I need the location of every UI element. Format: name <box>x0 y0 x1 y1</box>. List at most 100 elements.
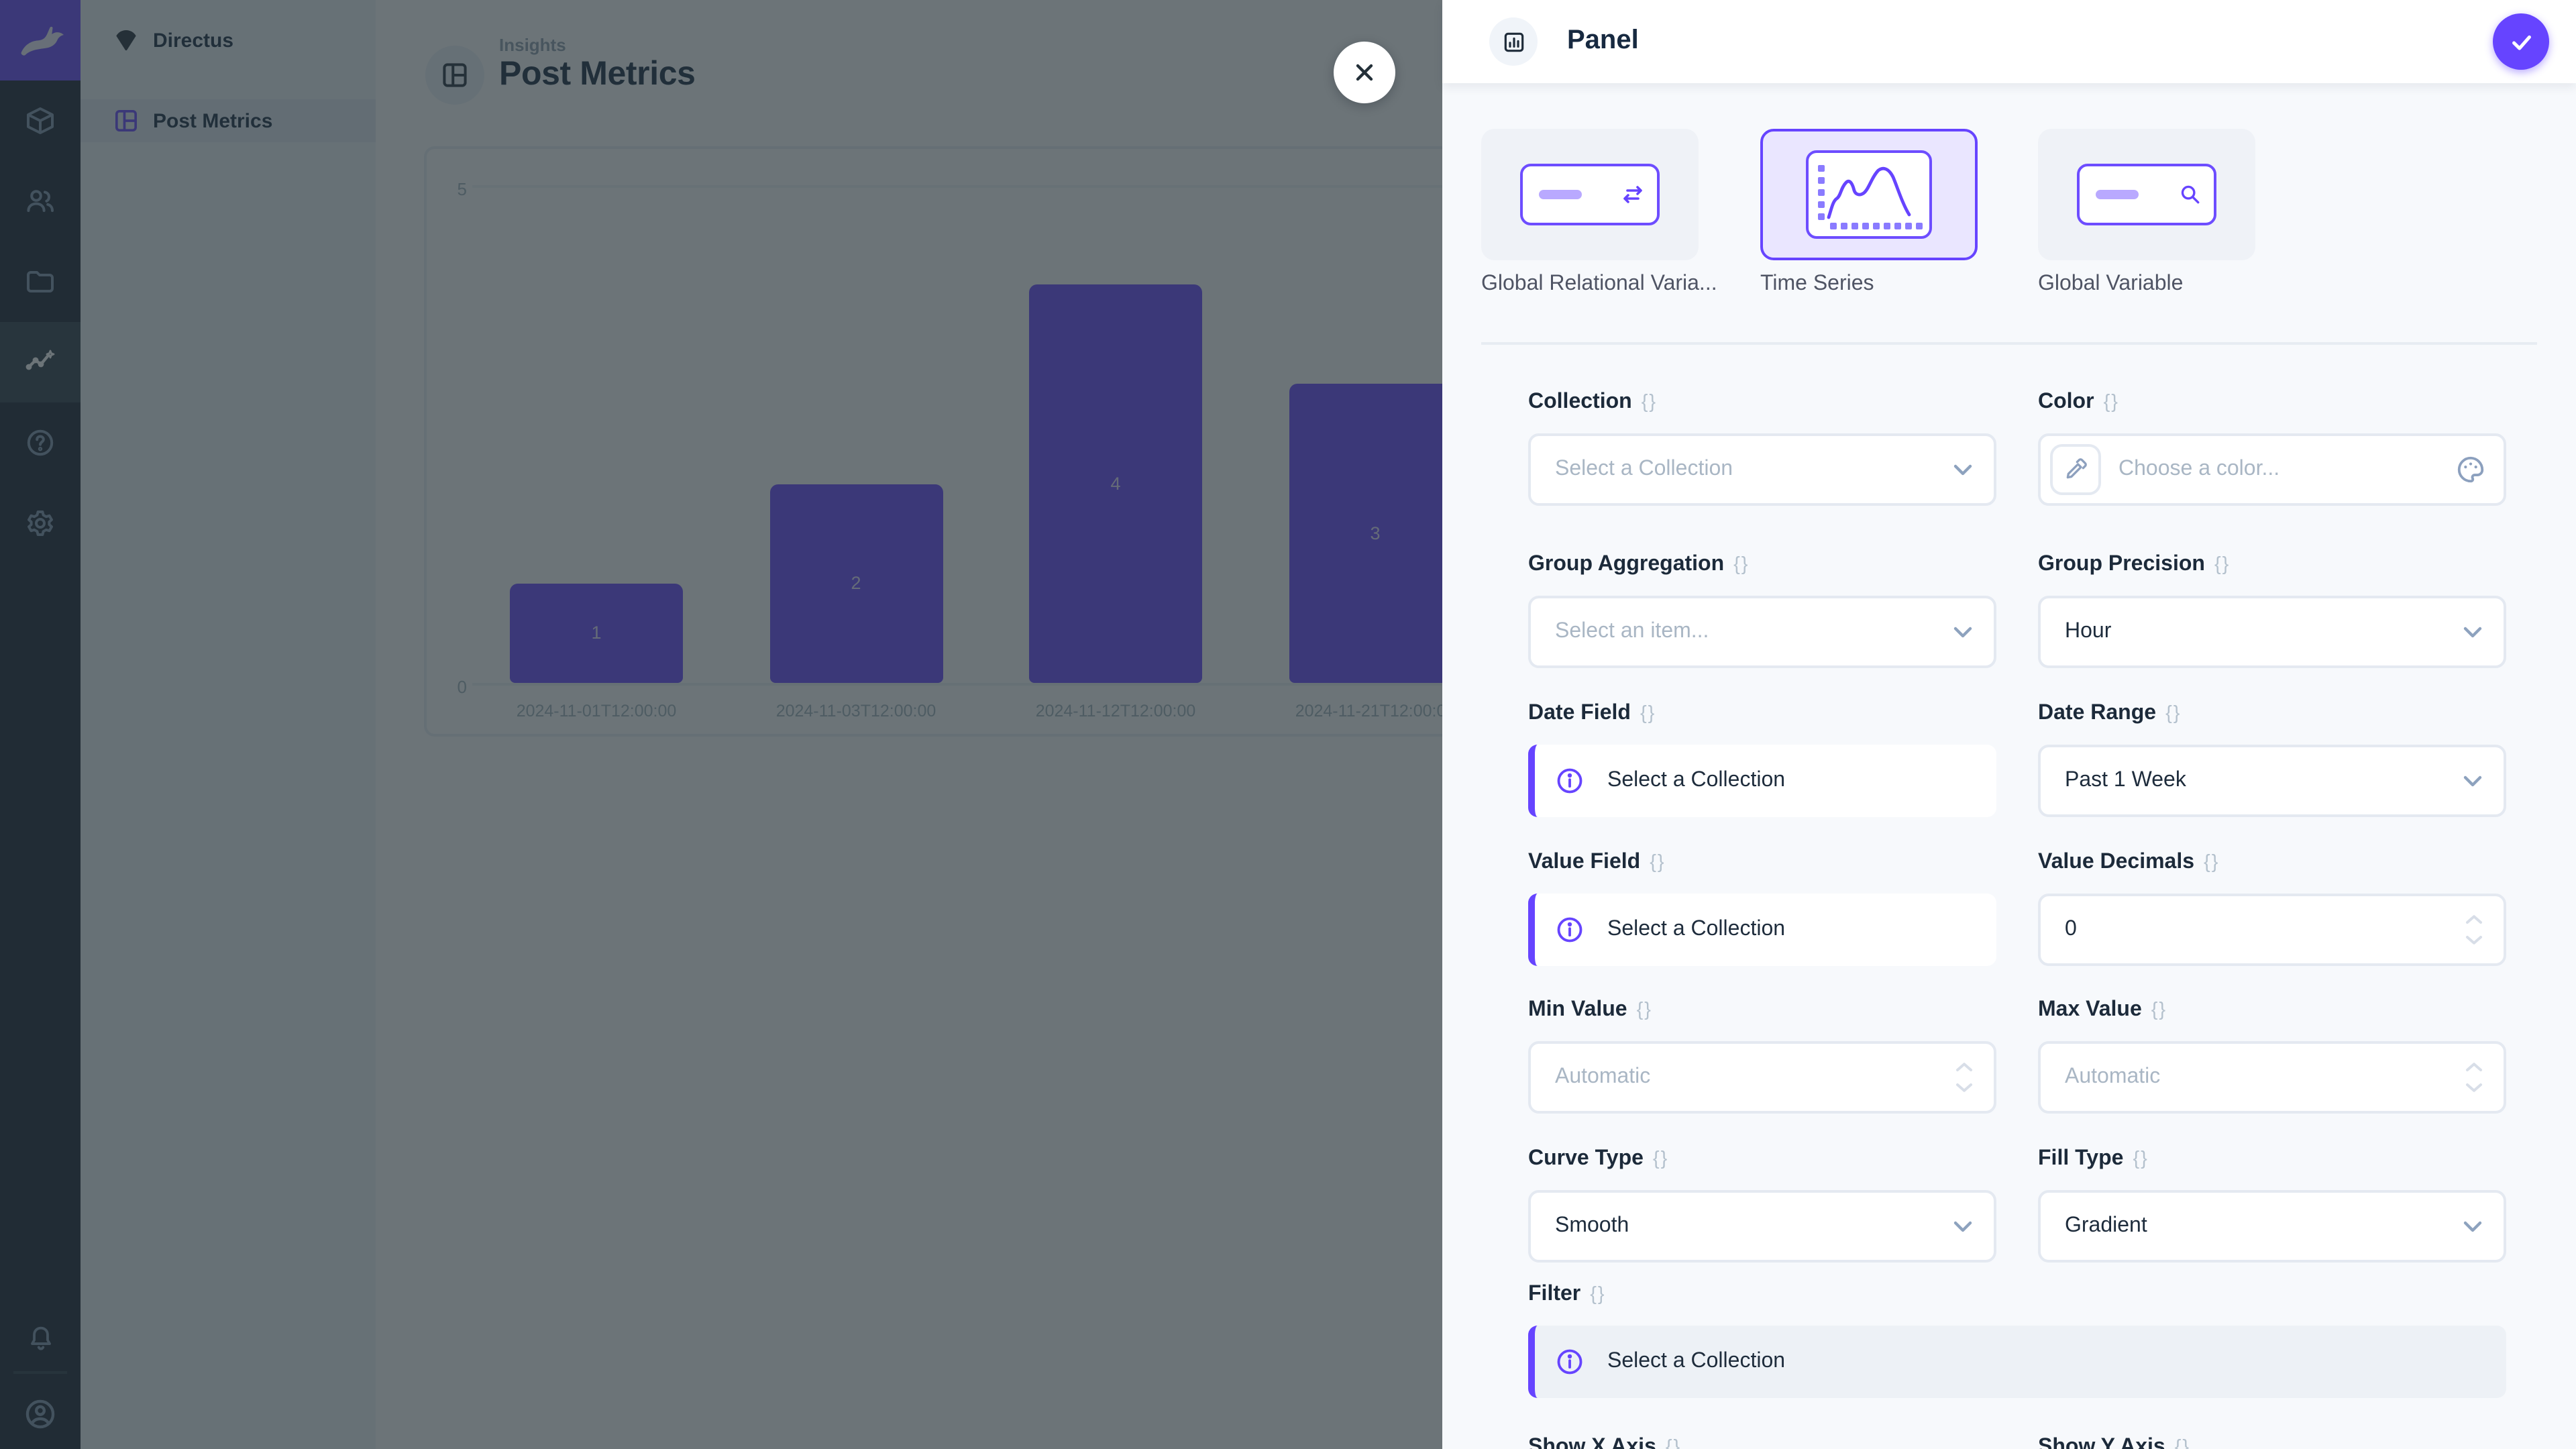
select-collection-notice: Select a Collection <box>1528 1326 2506 1398</box>
field-label: Date Range{} <box>2038 700 2506 727</box>
field-max-value: Max Value{} <box>2038 997 2506 1114</box>
group-aggregation-select[interactable]: Select an item... <box>1528 596 1996 668</box>
field-show-y-axis: Show Y Axis{} <box>2038 1434 2506 1449</box>
drawer-header: Panel <box>1442 0 2576 83</box>
field-curve-type: Curve Type{} Smooth <box>1528 1146 1996 1263</box>
field-fill-type: Fill Type{} Gradient <box>2038 1146 2506 1263</box>
raw-value-icon[interactable]: {} <box>2175 1437 2190 1449</box>
raw-value-icon[interactable]: {} <box>1640 703 1656 724</box>
number-spinners[interactable] <box>1955 1062 1974 1093</box>
raw-value-icon[interactable]: {} <box>2104 392 2119 413</box>
field-label: Value Decimals{} <box>2038 849 2506 876</box>
raw-value-icon[interactable]: {} <box>2165 703 2181 724</box>
spinner-up-icon <box>2465 914 2483 925</box>
info-icon <box>1555 1347 1585 1377</box>
raw-value-icon[interactable]: {} <box>1650 852 1665 873</box>
field-date-range: Date Range{} Past 1 Week <box>2038 700 2506 817</box>
drawer-title: Panel <box>1567 25 1639 56</box>
check-icon <box>2507 28 2535 56</box>
color-swatch-button[interactable] <box>2050 444 2101 495</box>
raw-value-icon[interactable]: {} <box>2151 1000 2167 1021</box>
field-label: Max Value{} <box>2038 997 2506 1024</box>
section-divider <box>1481 342 2537 345</box>
swap-arrows-icon <box>1621 184 1645 205</box>
number-input[interactable] <box>2065 1065 2400 1089</box>
number-spinners[interactable] <box>2465 1062 2483 1093</box>
raw-value-icon[interactable]: {} <box>1642 392 1657 413</box>
raw-value-icon[interactable]: {} <box>1590 1284 1605 1305</box>
raw-value-icon[interactable]: {} <box>1666 1437 1681 1449</box>
global-variable-illustration <box>2077 164 2216 225</box>
save-panel-button[interactable] <box>2493 13 2549 70</box>
field-label: Curve Type{} <box>1528 1146 1996 1173</box>
field-label: Min Value{} <box>1528 997 1996 1024</box>
chevron-down-icon <box>1952 625 1974 639</box>
magnifier-icon <box>2179 183 2202 206</box>
chevron-down-icon <box>2462 774 2483 788</box>
spinner-down-icon <box>2465 1082 2483 1093</box>
number-input[interactable] <box>2065 918 2400 942</box>
spinner-up-icon <box>2465 1062 2483 1073</box>
raw-value-icon[interactable]: {} <box>1733 554 1749 576</box>
chevron-down-icon <box>2462 625 2483 639</box>
drawer-close-button[interactable] <box>1334 42 1395 103</box>
eyedropper-icon <box>2062 456 2089 483</box>
field-label: Group Precision{} <box>2038 551 2506 578</box>
panel-type-label: Global Variable <box>2038 272 2183 297</box>
curve-type-select[interactable]: Smooth <box>1528 1190 1996 1263</box>
field-label: Color{} <box>2038 389 2506 416</box>
min-value-input[interactable] <box>1528 1041 1996 1114</box>
spinner-down-icon <box>1955 1082 1974 1093</box>
color-input[interactable] <box>2038 433 2506 506</box>
field-show-x-axis: Show X Axis{} <box>1528 1434 1996 1449</box>
field-min-value: Min Value{} <box>1528 997 1996 1114</box>
value-decimals-input[interactable] <box>2038 894 2506 966</box>
info-icon <box>1555 915 1585 945</box>
spinner-up-icon <box>1955 1062 1974 1073</box>
raw-value-icon[interactable]: {} <box>2204 852 2219 873</box>
panel-type-label: Time Series <box>1760 272 1874 297</box>
raw-value-icon[interactable]: {} <box>2214 554 2230 576</box>
raw-value-icon[interactable]: {} <box>2133 1148 2148 1170</box>
panel-drawer: Panel Global Relational Varia... <box>1442 0 2576 1449</box>
panel-type-label: Global Relational Varia... <box>1481 272 1717 297</box>
time-series-illustration <box>1806 150 1932 239</box>
number-input[interactable] <box>1555 1065 1890 1089</box>
field-collection: Collection{} Select a Collection <box>1528 389 1996 506</box>
palette-icon[interactable] <box>2455 454 2486 485</box>
chevron-down-icon <box>1952 1220 1974 1233</box>
fill-type-select[interactable]: Gradient <box>2038 1190 2506 1263</box>
raw-value-icon[interactable]: {} <box>1653 1148 1668 1170</box>
field-label: Collection{} <box>1528 389 1996 416</box>
close-icon <box>1351 59 1378 86</box>
field-group-precision: Group Precision{} Hour <box>2038 551 2506 668</box>
spinner-down-icon <box>2465 934 2483 945</box>
raw-value-icon[interactable]: {} <box>1637 1000 1652 1021</box>
field-value-decimals: Value Decimals{} <box>2038 849 2506 966</box>
chevron-down-icon <box>1952 463 1974 476</box>
group-precision-select[interactable]: Hour <box>2038 596 2506 668</box>
info-icon <box>1555 766 1585 796</box>
field-label: Fill Type{} <box>2038 1146 2506 1173</box>
collection-select[interactable]: Select a Collection <box>1528 433 1996 506</box>
panel-type-time-series[interactable] <box>1760 129 1978 260</box>
field-label: Date Field{} <box>1528 700 1996 727</box>
insert-chart-icon <box>1501 29 1526 54</box>
max-value-input[interactable] <box>2038 1041 2506 1114</box>
field-label: Group Aggregation{} <box>1528 551 1996 578</box>
select-collection-notice: Select a Collection <box>1528 894 1996 966</box>
color-value-input[interactable] <box>2118 458 2454 482</box>
number-spinners[interactable] <box>2465 914 2483 945</box>
panel-type-global-variable[interactable] <box>2038 129 2255 260</box>
field-label: Filter{} <box>1528 1281 2506 1308</box>
field-label: Show X Axis{} <box>1528 1434 1996 1449</box>
chevron-down-icon <box>2462 1220 2483 1233</box>
field-color: Color{} <box>2038 389 2506 506</box>
field-label: Value Field{} <box>1528 849 1996 876</box>
panel-type-global-relational-variable[interactable] <box>1481 129 1699 260</box>
field-filter: Filter{} Select a Collection <box>1528 1281 2506 1398</box>
field-date-field: Date Field{} Select a Collection <box>1528 700 1996 817</box>
date-range-select[interactable]: Past 1 Week <box>2038 745 2506 817</box>
directus-app: Directus Post Metrics Insights Post Metr… <box>0 0 2576 1449</box>
field-label: Show Y Axis{} <box>2038 1434 2506 1449</box>
